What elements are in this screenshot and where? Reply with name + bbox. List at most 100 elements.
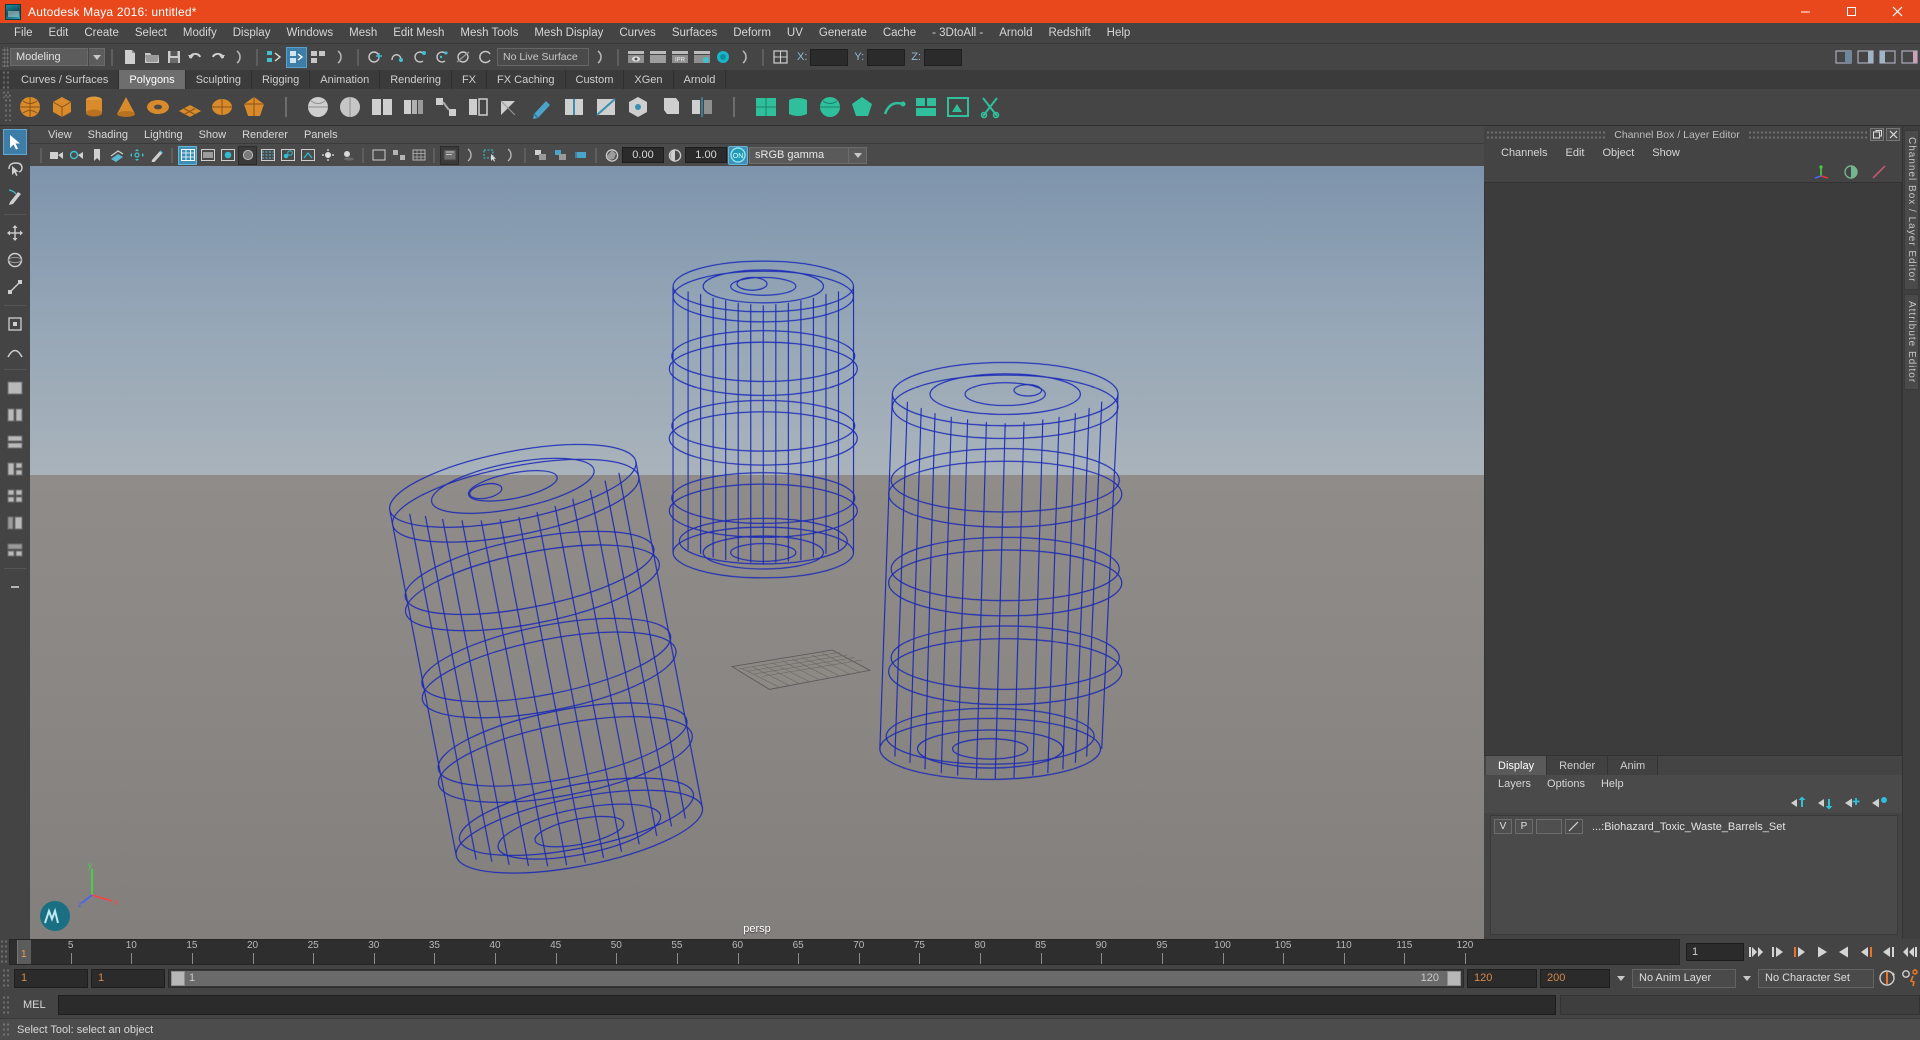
universal-manipulator-icon[interactable] [3,311,27,337]
maximize-icon[interactable] [1828,0,1874,23]
viewport-menu-shading[interactable]: Shading [80,128,136,142]
anim-layer-chevron-down-icon[interactable] [1613,969,1629,988]
step-forward-frame-icon[interactable] [1856,942,1876,962]
uv-editor-icon[interactable] [943,92,973,122]
select-by-hierarchy-icon[interactable] [264,47,285,68]
animation-preferences-icon[interactable] [1900,968,1920,988]
poly-cone-icon[interactable] [111,92,141,122]
snap-to-projected-center-icon[interactable] [431,47,452,68]
exposure-icon[interactable] [602,146,621,165]
object-select-arrow-icon[interactable] [500,146,519,165]
poly-extrude-icon[interactable] [399,92,429,122]
poly-append-icon[interactable] [463,92,493,122]
play-backwards-icon[interactable] [1812,942,1832,962]
layer-visibility-toggle[interactable]: V [1494,819,1512,834]
color-management-toggle-icon[interactable]: ON [728,145,748,165]
menu-surfaces[interactable]: Surfaces [664,25,725,41]
shelf-tab-fx-caching[interactable]: FX Caching [487,70,566,89]
range-slider-bar[interactable]: 1 120 [168,968,1464,988]
wireframe-display-icon[interactable] [178,145,197,165]
color-management-chevron-down-icon[interactable] [848,147,866,163]
create-layer-from-selected-icon[interactable] [1871,796,1888,810]
viewport-menu-show[interactable]: Show [191,128,235,142]
poly-platonic-icon[interactable] [239,92,269,122]
component-mask-expand-icon[interactable] [330,47,351,68]
layer-list[interactable]: V P ...:Biohazard_Toxic_Waste_Barrels_Se… [1490,815,1898,935]
two-d-pan-zoom-icon[interactable] [127,146,146,165]
viewport-menu-panels[interactable]: Panels [296,128,346,142]
step-back-frame-icon[interactable] [1790,942,1810,962]
range-slider-left-handle[interactable] [171,970,185,986]
layout-outliner-persp-icon[interactable] [3,510,27,536]
rotate-tool-icon[interactable] [3,247,27,273]
poly-target-weld-icon[interactable] [623,92,653,122]
shelf-tab-rigging[interactable]: Rigging [251,70,311,89]
shaded-textured-icon[interactable] [258,146,277,165]
live-expand-icon[interactable] [590,47,611,68]
move-tool-icon[interactable] [3,220,27,246]
poly-sphere-icon[interactable] [15,92,45,122]
menu-arnold[interactable]: Arnold [991,25,1040,41]
camera-attributes-icon[interactable] [67,146,86,165]
isolate-select-icon[interactable] [369,146,388,165]
multisample-anti-aliasing-icon[interactable] [531,146,550,165]
menu-uv[interactable]: UV [779,25,811,41]
close-icon[interactable] [1874,0,1920,23]
menu-select[interactable]: Select [127,25,175,41]
soft-select-icon[interactable] [3,338,27,364]
render-expand-icon[interactable] [735,47,756,68]
uv-planar-map-icon[interactable] [751,92,781,122]
move-layer-down-icon[interactable] [1817,796,1834,810]
x-ray-joints-icon[interactable] [298,146,317,165]
menu-set-selector[interactable]: Modeling [10,48,88,66]
menu-cache[interactable]: Cache [875,25,924,41]
uv-automatic-map-icon[interactable] [847,92,877,122]
panel-grip-right[interactable] [1747,130,1868,139]
viewport-grid-icon[interactable] [409,146,428,165]
gamma-value-input[interactable]: 1.00 [685,147,727,163]
poly-cylinder-icon[interactable] [79,92,109,122]
poly-bridge-icon[interactable] [431,92,461,122]
viewport-menu-renderer[interactable]: Renderer [234,128,296,142]
minimize-icon[interactable] [1782,0,1828,23]
panel-close-icon[interactable] [1886,128,1900,141]
make-live-icon[interactable] [475,47,496,68]
show-hide-tool-settings-icon[interactable] [1877,47,1898,68]
quick-layout-expand-icon[interactable] [3,574,27,600]
go-to-start-icon[interactable] [1746,942,1766,962]
smooth-shade-all-icon[interactable] [198,146,217,165]
render-current-frame-icon[interactable] [625,47,646,68]
menu-file[interactable]: File [6,25,41,41]
layer-row[interactable]: V P ...:Biohazard_Toxic_Waste_Barrels_Se… [1491,818,1897,835]
output-connection-icon[interactable] [1870,164,1888,180]
uv-layout-icon[interactable] [911,92,941,122]
toggle-editors-icon[interactable] [770,47,791,68]
channel-box-list[interactable] [1484,182,1902,756]
open-scene-icon[interactable] [141,47,162,68]
channel-box-menu-show[interactable]: Show [1643,146,1689,160]
uv-unfold-icon[interactable] [879,92,909,122]
panel-grip-left[interactable] [1486,130,1607,139]
help-line-grip[interactable] [2,1021,11,1038]
character-set-selector[interactable]: No Character Set [1758,968,1874,988]
lighting-default-icon[interactable] [318,146,337,165]
command-line-grip[interactable] [2,994,11,1015]
go-to-end-icon[interactable] [1900,942,1920,962]
menu-mesh-tools[interactable]: Mesh Tools [452,25,526,41]
layer-tab-anim[interactable]: Anim [1608,756,1659,775]
shelf-tab-fx[interactable]: FX [451,70,488,89]
menu-windows[interactable]: Windows [278,25,341,41]
toolbar-grip[interactable] [2,47,9,67]
anim-layer-selector[interactable]: No Anim Layer [1632,968,1736,988]
redo-render-icon[interactable] [647,47,668,68]
menu-create[interactable]: Create [76,25,127,41]
snap-to-grid-icon[interactable] [365,47,386,68]
range-slider-grip[interactable] [2,968,11,988]
poly-plane-icon[interactable] [175,92,205,122]
poly-cube-icon[interactable] [47,92,77,122]
current-frame-field[interactable]: 1 [1686,943,1744,961]
grease-pencil-icon[interactable] [147,146,166,165]
save-scene-icon[interactable] [163,47,184,68]
gamma-icon[interactable] [665,146,684,165]
select-by-object-type-icon[interactable] [286,46,307,68]
